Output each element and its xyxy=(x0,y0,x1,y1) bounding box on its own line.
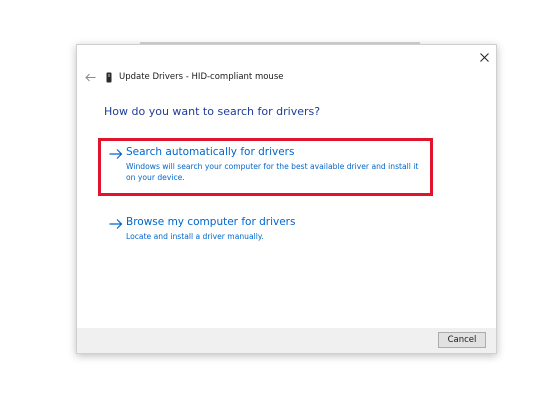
highlight-box xyxy=(98,138,433,196)
option-description: Locate and install a driver manually. xyxy=(126,232,264,241)
dialog-title: Update Drivers - HID-compliant mouse xyxy=(119,72,284,82)
dialog-footer: Cancel xyxy=(77,328,496,353)
dialog-header: Update Drivers - HID-compliant mouse xyxy=(83,69,283,85)
close-icon xyxy=(479,52,489,62)
close-button[interactable] xyxy=(474,47,494,67)
back-arrow-icon xyxy=(84,73,95,81)
cancel-button[interactable]: Cancel xyxy=(438,332,486,348)
option-title: Browse my computer for drivers xyxy=(126,216,296,228)
mouse-device-icon xyxy=(105,70,113,84)
back-button[interactable] xyxy=(83,70,97,84)
update-drivers-dialog: Update Drivers - HID-compliant mouse How… xyxy=(76,44,497,354)
page-question: How do you want to search for drivers? xyxy=(104,105,321,118)
arrow-right-icon xyxy=(109,219,123,229)
